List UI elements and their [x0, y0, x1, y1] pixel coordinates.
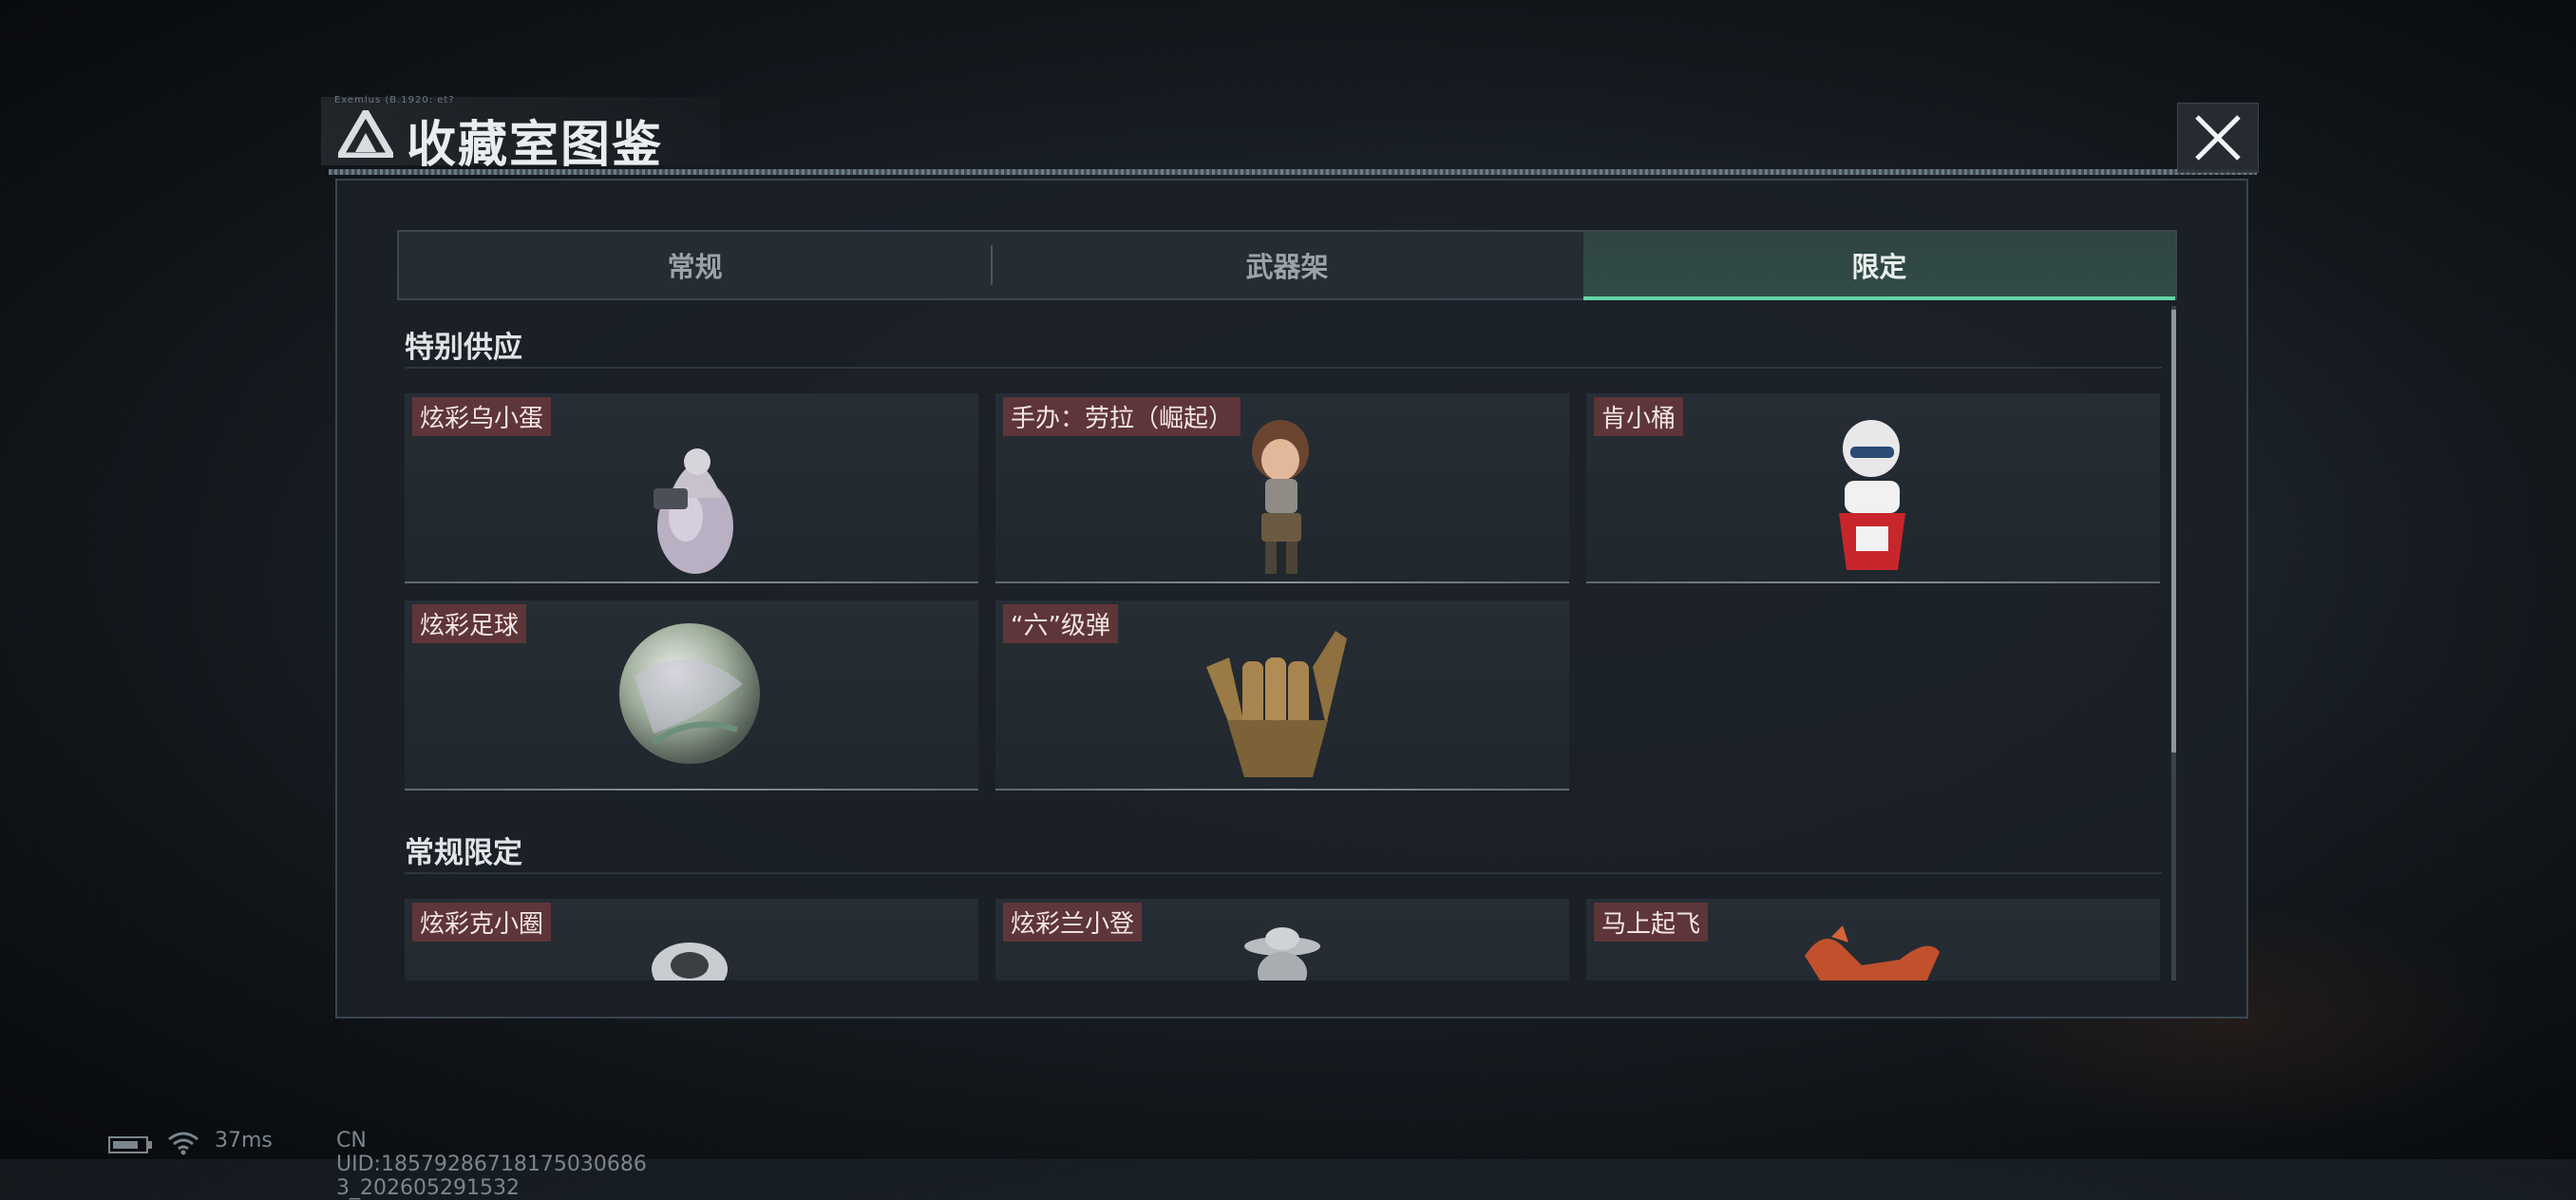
scrollbar-thumb[interactable]: [2171, 310, 2176, 752]
window-header: Exemlus (B.1920: et? 收藏室图鉴: [321, 95, 2257, 175]
item-label: 肯小桶: [1594, 397, 1684, 436]
section-divider: [405, 872, 2162, 874]
battery-icon: [108, 1136, 148, 1153]
collection-item[interactable]: “六”级弹: [995, 600, 1569, 790]
tab-limited[interactable]: 限定: [1582, 232, 2176, 300]
wifi-icon: [168, 1132, 199, 1155]
collection-item[interactable]: 手办：劳拉（崛起）: [995, 393, 1569, 583]
close-button[interactable]: [2177, 103, 2259, 173]
uid-text: CN UID:18579286718175030686 3_2026052915…: [336, 1129, 647, 1200]
triangle-logo-icon: [338, 110, 393, 158]
collection-item[interactable]: 炫彩兰小登: [995, 899, 1569, 981]
item-label: 炫彩足球: [412, 604, 527, 643]
collection-item[interactable]: 炫彩乌小蛋: [405, 393, 978, 583]
item-label: “六”级弹: [1003, 604, 1118, 643]
item-label: 炫彩乌小蛋: [412, 397, 552, 436]
collection-item[interactable]: 炫彩足球: [405, 600, 978, 790]
collection-item[interactable]: 肯小桶: [1586, 393, 2160, 583]
item-label: 马上起飞: [1594, 903, 1709, 942]
header-divider: [329, 169, 2257, 175]
collection-item[interactable]: 炫彩克小圈: [405, 899, 978, 981]
section-divider: [405, 367, 2162, 369]
item-label: 手办：劳拉（崛起）: [1003, 397, 1241, 436]
ping-text: 37ms: [215, 1129, 273, 1152]
collection-item[interactable]: 马上起飞: [1586, 899, 2160, 981]
close-icon: [2195, 115, 2241, 161]
section-title-regular-limited: 常规限定: [405, 836, 522, 870]
tab-regular[interactable]: 常规: [399, 232, 991, 298]
page-title: 收藏室图鉴: [407, 117, 664, 174]
collection-list[interactable]: 特别供应 炫彩乌小蛋 手办：劳拉（崛起） 肯小桶 炫彩足球 “六”级弹 常规限定…: [397, 302, 2183, 981]
item-label: 炫彩兰小登: [1003, 903, 1143, 942]
tab-bar: 常规 武器架 限定: [397, 230, 2177, 300]
item-label: 炫彩克小圈: [412, 903, 552, 942]
battery-tip: [148, 1141, 152, 1149]
section-title-special: 特别供应: [405, 331, 522, 365]
tab-weapon-rack[interactable]: 武器架: [991, 232, 1582, 298]
